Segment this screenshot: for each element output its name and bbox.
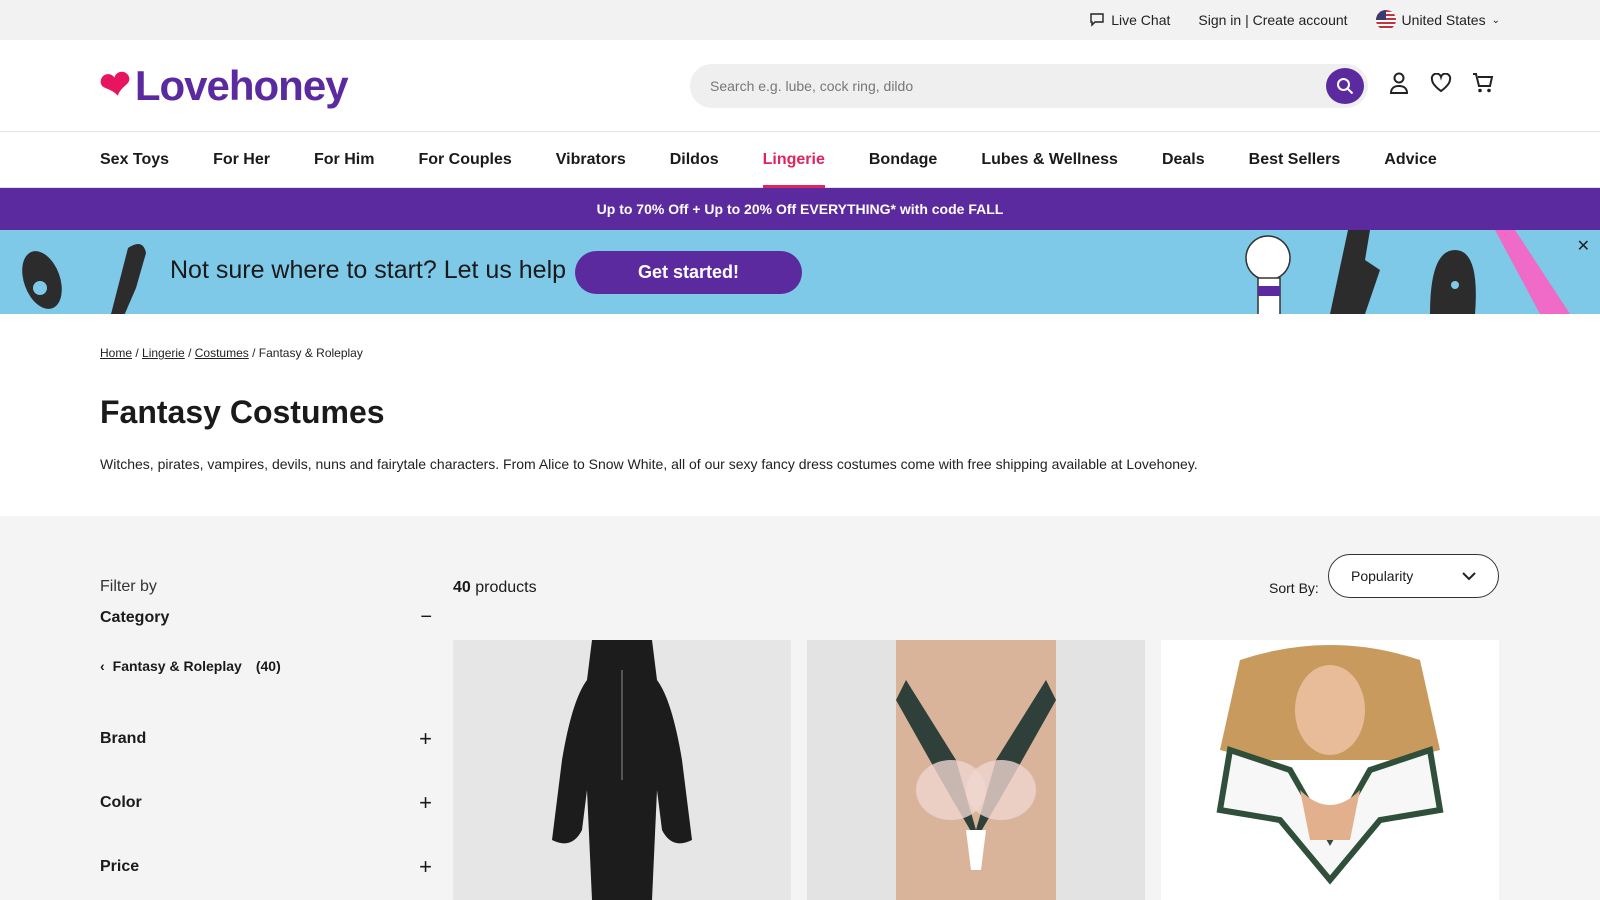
nav-for-her[interactable]: For Her: [213, 132, 270, 188]
get-started-button[interactable]: Get started!: [575, 251, 802, 294]
live-chat-label: Live Chat: [1111, 12, 1171, 28]
nav-for-couples[interactable]: For Couples: [418, 132, 511, 188]
page-title: Fantasy Costumes: [100, 394, 385, 430]
live-chat-link[interactable]: Live Chat: [1089, 11, 1170, 30]
breadcrumb-lingerie[interactable]: Lingerie: [142, 346, 185, 360]
product-image: [1216, 645, 1444, 885]
nav-dildos[interactable]: Dildos: [670, 132, 719, 188]
wishlist-heart-icon[interactable]: [1430, 70, 1452, 96]
filter-color-toggle[interactable]: Color +: [100, 790, 432, 816]
filter-brand-label: Brand: [100, 730, 147, 747]
filter-heading: Filter by: [100, 578, 157, 595]
sort-value: Popularity: [1351, 568, 1414, 584]
nav-vibrators[interactable]: Vibrators: [556, 132, 626, 188]
chevron-down-icon: ⌄: [1491, 14, 1500, 26]
search-button[interactable]: [1326, 68, 1364, 104]
help-banner: Not sure where to start? Let us help Get…: [0, 230, 1600, 314]
breadcrumb-costumes[interactable]: Costumes: [195, 346, 249, 360]
toy-illustration-right: [1245, 230, 1570, 314]
product-count: 40 products: [453, 579, 537, 597]
breadcrumb: Home / Lingerie / Costumes / Fantasy & R…: [100, 346, 363, 360]
product-listing-area: Filter by Category − ‹ Fantasy & Rolepla…: [0, 516, 1600, 900]
chevron-left-icon: ‹: [100, 658, 105, 674]
product-card[interactable]: [1161, 640, 1499, 900]
promo-banner[interactable]: Up to 70% Off + Up to 20% Off EVERYTHING…: [0, 188, 1600, 230]
toy-illustration-left: [22, 244, 146, 314]
chat-bubble-icon: [1089, 11, 1105, 30]
page-description: Witches, pirates, vampires, devils, nuns…: [100, 456, 1198, 472]
nav-best-sellers[interactable]: Best Sellers: [1249, 132, 1341, 188]
category-item-label: Fantasy & Roleplay: [112, 658, 242, 674]
header-actions: [1388, 70, 1494, 96]
minus-icon: −: [420, 606, 432, 628]
product-count-number: 40: [453, 579, 471, 596]
category-back-link[interactable]: ‹ Fantasy & Roleplay (40): [100, 658, 281, 674]
breadcrumb-current: Fantasy & Roleplay: [258, 346, 363, 360]
cart-icon[interactable]: [1472, 70, 1494, 96]
nav-for-him[interactable]: For Him: [314, 132, 374, 188]
country-selector[interactable]: United States ⌄: [1375, 10, 1500, 30]
filter-price-label: Price: [100, 858, 140, 875]
category-item-count: (40): [255, 658, 281, 674]
main-nav: Sex Toys For Her For Him For Couples Vib…: [0, 132, 1600, 188]
breadcrumb-home[interactable]: Home: [100, 346, 132, 360]
product-card[interactable]: [807, 640, 1145, 900]
sign-in-link[interactable]: Sign in | Create account: [1198, 12, 1347, 28]
plus-icon: +: [419, 726, 432, 751]
account-icon[interactable]: [1388, 70, 1410, 96]
filter-color-label: Color: [100, 794, 142, 811]
help-text: Not sure where to start? Let us help: [170, 256, 567, 284]
heart-logo-icon: ❤: [96, 62, 135, 110]
sort-select[interactable]: Popularity: [1328, 554, 1499, 598]
search-bar: [690, 64, 1368, 108]
us-flag-icon: [1375, 10, 1396, 30]
close-icon[interactable]: ✕: [1577, 236, 1590, 256]
search-input[interactable]: [710, 78, 1310, 94]
search-icon: [1337, 78, 1354, 95]
nav-bondage[interactable]: Bondage: [869, 132, 937, 188]
nav-advice[interactable]: Advice: [1384, 132, 1436, 188]
nav-lubes-wellness[interactable]: Lubes & Wellness: [981, 132, 1118, 188]
filter-category-label: Category: [100, 608, 170, 626]
filter-price-toggle[interactable]: Price +: [100, 854, 432, 880]
site-header: ❤ Lovehoney: [0, 40, 1600, 132]
plus-icon: +: [419, 790, 432, 815]
product-card[interactable]: [453, 640, 791, 900]
logo-text: Lovehoney: [134, 61, 349, 109]
promo-text: Up to 70% Off + Up to 20% Off EVERYTHING…: [596, 201, 1004, 217]
nav-deals[interactable]: Deals: [1162, 132, 1205, 188]
chevron-down-icon: [1462, 571, 1476, 580]
filter-category-toggle[interactable]: Category −: [100, 606, 432, 629]
product-count-suffix: products: [475, 579, 537, 596]
brand-logo[interactable]: ❤ Lovehoney: [97, 61, 349, 110]
product-image: [552, 640, 692, 900]
nav-sex-toys[interactable]: Sex Toys: [100, 132, 169, 188]
utility-bar: Live Chat Sign in | Create account Unite…: [0, 0, 1600, 40]
plus-icon: +: [419, 854, 432, 879]
filter-brand-toggle[interactable]: Brand +: [100, 726, 432, 752]
country-label: United States: [1401, 12, 1486, 28]
sort-label: Sort By:: [1269, 580, 1319, 596]
product-image: [896, 640, 1056, 900]
nav-lingerie[interactable]: Lingerie: [762, 132, 826, 188]
